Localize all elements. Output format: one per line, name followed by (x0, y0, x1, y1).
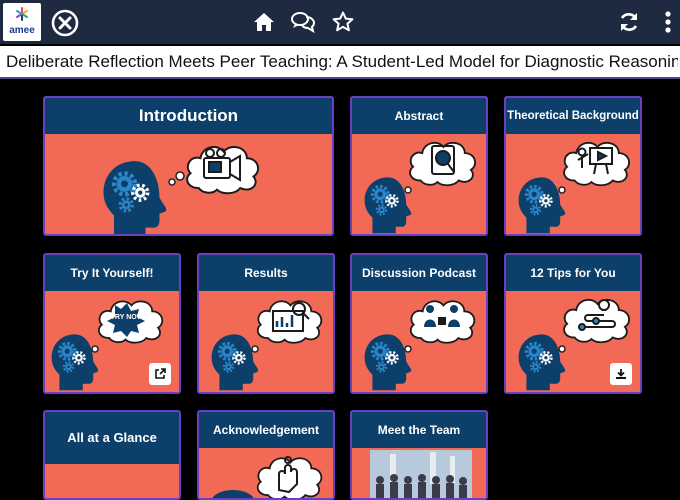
tile-meet-the-team[interactable]: Meet the Team (350, 410, 488, 500)
close-icon (51, 9, 79, 37)
tile-results[interactable]: Results (197, 253, 335, 394)
presentation-board-thought-illustration (516, 141, 631, 234)
tile-label: Introduction (45, 98, 332, 134)
page-title: Deliberate Reflection Meets Peer Teachin… (6, 52, 678, 71)
tile-label: Discussion Podcast (352, 255, 486, 291)
page-title-bar: Deliberate Reflection Meets Peer Teachin… (0, 46, 680, 77)
tile-label: All at a Glance (45, 412, 179, 464)
external-link-icon (155, 368, 166, 379)
tile-12-tips[interactable]: 12 Tips for You (504, 253, 642, 394)
tile-abstract[interactable]: Abstract (350, 96, 488, 236)
download-button[interactable] (610, 363, 632, 385)
discussion-button[interactable] (290, 10, 316, 34)
close-button[interactable] (50, 8, 80, 38)
chat-bubbles-icon (291, 12, 315, 33)
refresh-button[interactable] (617, 10, 641, 34)
tile-discussion-podcast[interactable]: Discussion Podcast (350, 253, 488, 394)
team-photo-image (370, 450, 472, 498)
try-now-text: TRY NOW (111, 314, 144, 321)
video-camera-thought-illustration (100, 145, 260, 236)
tile-try-it-yourself[interactable]: Try It Yourself! TRY NOW (43, 253, 181, 394)
home-button[interactable] (252, 10, 276, 34)
tile-label: Results (199, 255, 333, 291)
more-vertical-icon (665, 11, 671, 33)
tile-introduction[interactable]: Introduction (43, 96, 334, 236)
tile-theoretical-background[interactable]: Theoretical Background (504, 96, 642, 236)
top-bar: amee (0, 0, 680, 44)
amee-logo[interactable]: amee (3, 3, 41, 41)
tile-all-at-a-glance[interactable]: All at a Glance (43, 410, 181, 500)
favorite-button[interactable] (331, 10, 355, 34)
tile-label: Abstract (352, 98, 486, 134)
star-icon (332, 11, 354, 32)
podcast-people-thought-illustration (362, 300, 476, 392)
title-divider (0, 77, 680, 79)
external-link-button[interactable] (149, 363, 171, 385)
tile-label: Theoretical Background (506, 98, 640, 134)
tile-acknowledgement[interactable]: Acknowledgement (197, 410, 335, 500)
tile-label: Meet the Team (352, 412, 486, 448)
magnifier-chart-thought-illustration (209, 300, 323, 392)
refresh-icon (620, 13, 638, 31)
magnifier-document-thought-illustration (362, 141, 477, 234)
download-icon (616, 369, 626, 379)
logo-wordmark: amee (9, 25, 35, 36)
tile-label: Try It Yourself! (45, 255, 179, 291)
tile-label: Acknowledgement (199, 412, 333, 448)
team-photo (370, 450, 472, 498)
tile-label: 12 Tips for You (506, 255, 640, 291)
hand-thought-illustration (212, 456, 323, 498)
home-icon (254, 13, 274, 31)
logo-star-icon (16, 7, 28, 21)
more-menu-button[interactable] (660, 10, 676, 34)
